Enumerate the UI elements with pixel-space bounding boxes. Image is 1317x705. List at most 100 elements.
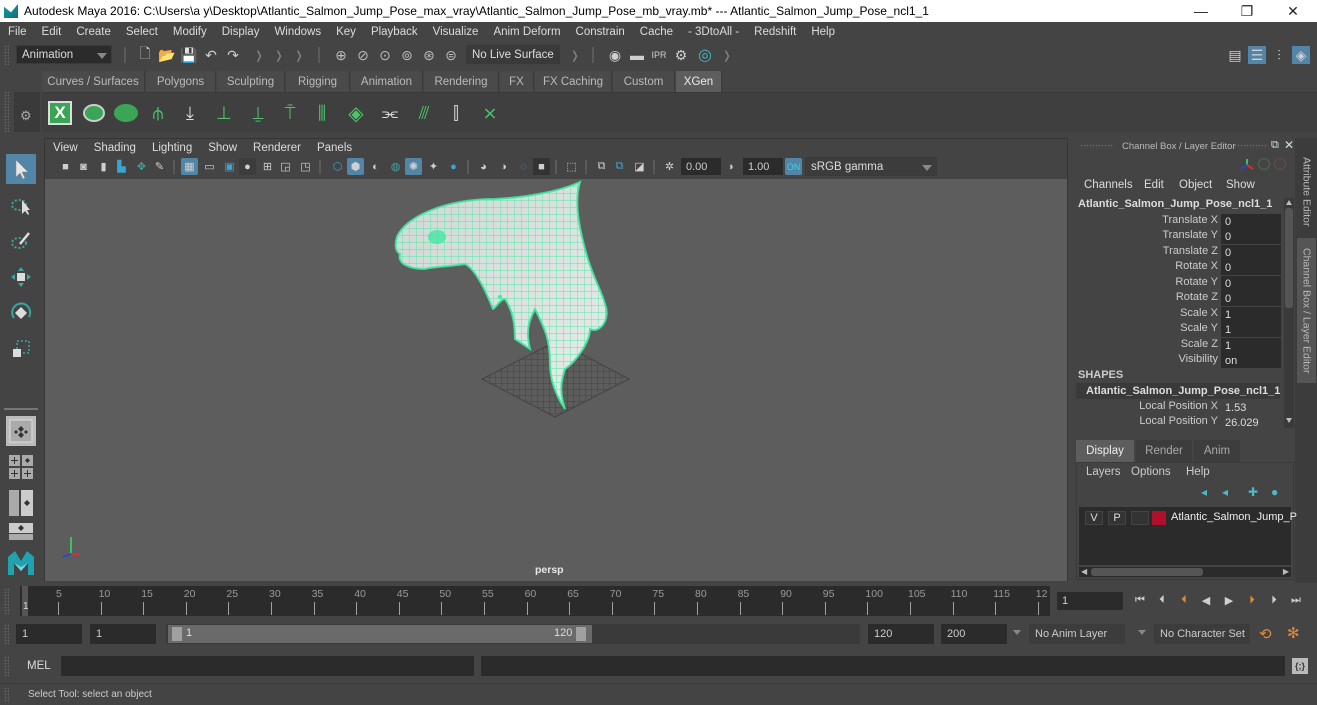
command-language-label[interactable]: MEL	[27, 660, 51, 672]
open-scene-icon[interactable]: 📂	[158, 46, 176, 64]
color-management-toggle-icon[interactable]: ON	[785, 158, 802, 175]
shape-label-local-position-x[interactable]: Local Position X	[1072, 400, 1218, 412]
xray-joints-icon[interactable]: ⧉	[593, 158, 610, 175]
play-forwards-icon[interactable]: ▶	[1221, 592, 1237, 608]
scroll-right-icon[interactable]: ▶	[1283, 567, 1289, 576]
menu-create[interactable]: Create	[68, 26, 118, 38]
screen-space-ao-icon[interactable]: ●	[445, 158, 462, 175]
xgen-density-icon[interactable]: ◈	[342, 99, 370, 127]
show-menu[interactable]: Show	[1226, 179, 1255, 191]
modeling-toolkit-icon[interactable]: ▤	[1226, 46, 1244, 64]
animation-preferences-icon[interactable]: ✻	[1287, 624, 1300, 642]
layer-tab-render[interactable]: Render	[1136, 440, 1192, 462]
animation-end-field[interactable]: 200	[941, 624, 1007, 644]
xgen-lock-guide-icon[interactable]: ⍑	[276, 99, 304, 127]
status-line-grip[interactable]	[4, 45, 9, 65]
panel-grip[interactable]	[1234, 144, 1268, 148]
xgen-length-icon[interactable]: ⫻	[410, 99, 438, 127]
auto-key-icon[interactable]: ⟲	[1259, 625, 1272, 643]
maya-home-icon[interactable]	[6, 548, 36, 578]
tool-settings-icon[interactable]: ⫶	[1270, 46, 1288, 64]
gate-mask-icon[interactable]: ●	[239, 158, 256, 175]
anim-layer-dropdown[interactable]: No Anim Layer	[1029, 624, 1125, 644]
scroll-down-icon[interactable]	[1286, 418, 1292, 423]
channel-label-scale-z[interactable]: Scale Z	[1072, 338, 1218, 350]
channel-label-visibility[interactable]: Visibility	[1072, 353, 1218, 365]
animation-start-field[interactable]: 1	[16, 624, 82, 644]
layer-color-swatch[interactable]	[1152, 511, 1166, 525]
paint-select-tool-icon[interactable]	[6, 226, 36, 256]
channel-value-rotate-x[interactable]: 0	[1221, 260, 1281, 275]
snap-live-icon[interactable]: ⊛	[420, 46, 438, 64]
scroll-up-icon[interactable]	[1286, 200, 1292, 205]
live-surface-field[interactable]: No Live Surface	[466, 45, 560, 64]
bookmark-icon[interactable]: ▮	[95, 158, 112, 175]
hypershade-icon[interactable]: ◎	[696, 46, 714, 64]
menu-constrain[interactable]: Constrain	[568, 26, 632, 38]
help-menu[interactable]: Help	[1186, 466, 1210, 478]
range-bar[interactable]	[168, 625, 592, 643]
2d-pan-zoom-icon[interactable]: ✥	[133, 158, 150, 175]
hyper-icon[interactable]	[1274, 158, 1286, 170]
film-gate-icon[interactable]: ▭	[201, 158, 218, 175]
scale-tool-icon[interactable]	[6, 334, 36, 364]
xray-icon[interactable]: ⬚	[563, 158, 580, 175]
chevron-down-icon[interactable]	[1138, 630, 1146, 635]
channels-menu[interactable]: Channels	[1084, 179, 1133, 191]
shelf-tab-sculpting[interactable]: Sculpting	[217, 71, 285, 92]
safe-action-icon[interactable]: ◲	[277, 158, 294, 175]
script-editor-icon[interactable]: {;}	[1292, 658, 1308, 674]
object-menu[interactable]: Object	[1179, 179, 1212, 191]
select-camera-icon[interactable]: ■	[57, 158, 74, 175]
menu-display[interactable]: Display	[214, 26, 267, 38]
channel-label-rotate-x[interactable]: Rotate X	[1072, 260, 1218, 272]
current-frame-field[interactable]: 1	[1057, 592, 1123, 610]
help-line-grip[interactable]	[4, 687, 9, 703]
close-button[interactable]: ✕	[1270, 0, 1316, 22]
resolution-gate-icon[interactable]: ▣	[221, 158, 238, 175]
menu-windows[interactable]: Windows	[266, 26, 328, 38]
shelf-tab-custom[interactable]: Custom	[613, 71, 675, 92]
persp-graph-layout-icon[interactable]	[6, 522, 36, 540]
smooth-shade-icon[interactable]: ⬢	[347, 158, 364, 175]
layer-playback-toggle[interactable]: P	[1108, 511, 1126, 525]
ipr-render-icon[interactable]: IPR	[650, 46, 668, 64]
layer-display-type-toggle[interactable]	[1131, 511, 1149, 525]
viewport-menu-shading[interactable]: Shading	[86, 142, 144, 154]
playback-start-field[interactable]: 1	[90, 624, 156, 644]
depth-of-field-icon[interactable]: ◌	[515, 158, 532, 175]
channel-value-scale-z[interactable]: 1	[1221, 338, 1281, 353]
shelf-settings-gear-icon[interactable]: ⚙	[20, 108, 32, 124]
command-line-grip[interactable]	[4, 656, 9, 676]
float-panel-icon[interactable]: ⧉	[1271, 139, 1279, 152]
range-start-handle[interactable]	[172, 627, 182, 641]
field-chart-icon[interactable]: ⊞	[259, 158, 276, 175]
shelf-tab-rendering[interactable]: Rendering	[424, 71, 499, 92]
channel-value-scale-x[interactable]: 1	[1221, 307, 1281, 322]
textured-icon[interactable]: ◍	[387, 158, 404, 175]
menu-cache[interactable]: Cache	[632, 26, 680, 38]
snap-grid-icon[interactable]: ⊕	[332, 46, 350, 64]
channel-label-rotate-y[interactable]: Rotate Y	[1072, 276, 1218, 288]
collapse-icon[interactable]: ❭	[290, 46, 308, 64]
go-to-start-icon[interactable]: ⏮	[1132, 592, 1148, 608]
channel-label-translate-z[interactable]: Translate Z	[1072, 245, 1218, 257]
step-forward-key-icon[interactable]: ⏵	[1244, 592, 1260, 608]
step-forward-frame-icon[interactable]: ⏵	[1266, 592, 1282, 608]
menu-playback[interactable]: Playback	[363, 26, 425, 38]
shelf-tab-fx-caching[interactable]: FX Caching	[535, 71, 612, 92]
exposure-icon[interactable]: ✲	[661, 158, 678, 175]
character-set-dropdown[interactable]: No Character Set	[1154, 624, 1250, 644]
four-view-layout-icon[interactable]	[6, 452, 36, 482]
xray-active-icon[interactable]: ⧉	[611, 158, 628, 175]
shelf-tab-xgen[interactable]: XGen	[676, 71, 722, 92]
snap-edge-icon[interactable]: ⊜	[442, 46, 460, 64]
range-slider-grip[interactable]	[4, 624, 9, 644]
xgen-guides-icon[interactable]: ⫼	[308, 99, 336, 127]
scrollbar-thumb[interactable]	[1091, 568, 1203, 576]
gamma-field[interactable]: 1.00	[743, 158, 783, 175]
snap-curve-icon[interactable]: ⊘	[354, 46, 372, 64]
single-perspective-layout-icon[interactable]	[6, 416, 36, 446]
channel-value-translate-x[interactable]: 0	[1221, 214, 1281, 229]
layer-tab-display[interactable]: Display	[1076, 440, 1134, 462]
